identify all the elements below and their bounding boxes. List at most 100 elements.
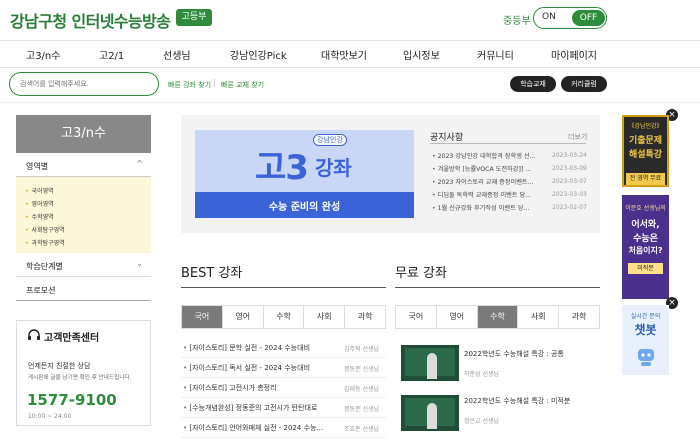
site-logo[interactable]: 강남구청 인터넷수능방송 — [10, 8, 171, 32]
best-lecture-item[interactable]: [자이스토리] 문학 실전 - 2024 수능대비 — [183, 343, 333, 353]
submenu-english[interactable]: 영어영역 — [25, 199, 54, 208]
quick-book-link[interactable]: 빠른 교재 찾기 — [221, 80, 264, 90]
ad-line: 챗봇 — [634, 323, 657, 337]
video-thumbnail[interactable] — [401, 395, 459, 431]
banner-top: 고3 강남인강 강좌 — [195, 130, 414, 192]
submenu-math[interactable]: 수학영역 — [25, 212, 54, 221]
nav-item-go2[interactable]: 고2/1 — [99, 47, 124, 62]
best-divider — [181, 287, 386, 288]
notice-divider — [430, 143, 586, 144]
ad-line: 미적분 — [628, 263, 663, 274]
nav-item-university[interactable]: 대학맛보기 — [321, 47, 367, 62]
notice-item[interactable]: 2023 강남인강 대학합격 장학생 선... — [432, 151, 542, 160]
tab-social[interactable]: 사회 — [304, 306, 346, 328]
banner-caption: 수능 준비의 완성 — [268, 202, 341, 213]
middle-school-label[interactable]: 중등부 — [503, 12, 531, 27]
best-lecture-teacher: 김주혁 선생님 — [344, 346, 380, 353]
submenu-korean[interactable]: 국어영역 — [25, 186, 54, 195]
subject-submenu: 국어영역 영어영역 수학영역 사회탐구영역 과학탐구영역 — [16, 177, 151, 253]
list-divider — [181, 417, 386, 418]
notice-item[interactable]: 디딤돌 독학력 교재증정 이벤트 당... — [432, 190, 542, 199]
ad-line: 실시간 문의 — [630, 313, 661, 320]
nav-item-pick[interactable]: 강남인강Pick — [230, 47, 287, 62]
level-toggle[interactable]: ON OFF — [533, 7, 607, 29]
headset-icon — [28, 329, 40, 340]
best-section-title: BEST 강좌 — [181, 266, 243, 281]
best-lecture-item[interactable]: [자이스토리] 독서 실전 - 2024 수능대비 — [183, 363, 333, 373]
ad-line: 처음이지? — [628, 246, 663, 255]
textbook-button[interactable]: 학습교재 — [510, 76, 556, 92]
sidebar-title: 고3/n수 — [16, 115, 151, 153]
sidebar-item-label: 프로모션 — [26, 286, 56, 295]
teacher-figure — [427, 353, 437, 379]
tab-korean[interactable]: 국어 — [396, 306, 437, 328]
teacher-figure — [427, 403, 437, 429]
customer-center-title: 고객만족센터 — [44, 333, 100, 344]
tab-math[interactable]: 수학 — [477, 306, 519, 328]
nav-item-mypage[interactable]: 마이페이지 — [551, 47, 597, 62]
ad-banner-math[interactable]: 이문호 선생님의 어서와, 수능은 처음이지? 미적분 — [622, 195, 669, 299]
ad-line: 이문호 선생님의 — [625, 205, 666, 212]
tab-korean[interactable]: 국어 — [182, 306, 223, 328]
sidebar-item-promotion[interactable]: 프로모션 — [16, 279, 151, 301]
ad-line: 어서와, — [631, 220, 660, 230]
curriculum-button[interactable]: 커리큘럼 — [561, 76, 607, 92]
main-banner[interactable]: 고3 강남인강 강좌 수능 준비의 완성 — [195, 130, 414, 218]
notice-title: 공지사항 — [430, 133, 464, 143]
submenu-social[interactable]: 사회탐구영역 — [25, 225, 65, 234]
ad-banner-past-exam[interactable]: 《강남인강》 기출문제 해설특강 전 영역 무료 — [622, 115, 669, 187]
main-nav: 고3/n수 고2/1 선생님 강남인강Pick 대학맛보기 입시정보 커뮤니티 … — [0, 41, 700, 67]
free-lecture-title[interactable]: 2022학년도 수능해설 특강 : 미적분 — [464, 396, 570, 406]
search-input[interactable] — [20, 77, 150, 91]
list-divider — [181, 397, 386, 398]
best-lecture-item[interactable]: [자이스토리] 고전시가 총정리 — [183, 383, 333, 393]
tab-english[interactable]: 영어 — [437, 306, 478, 328]
ad-line: 수능은 — [633, 234, 658, 244]
nav-divider-bottom — [0, 67, 700, 68]
free-tabs: 국어 영어 수학 사회 과학 — [395, 305, 600, 329]
submenu-science[interactable]: 과학탐구영역 — [25, 238, 65, 247]
ad-line: 《강남인강》 — [628, 123, 663, 130]
sidebar-item-subject[interactable]: 영역별 ^ — [16, 155, 151, 177]
free-lecture-teacher: 정은교 선생님 — [464, 418, 500, 425]
tab-science[interactable]: 과학 — [559, 306, 599, 328]
notice-item[interactable]: 겨울방학 [능률VOCA 도전하강]] ... — [432, 164, 542, 173]
sidebar-item-label: 학습단계별 — [26, 262, 63, 271]
nav-item-community[interactable]: 커뮤니티 — [477, 47, 514, 62]
notice-item[interactable]: 2023 자이스토리 교재 증정이벤트... — [432, 177, 542, 186]
video-thumbnail[interactable] — [401, 345, 459, 381]
tab-math[interactable]: 수학 — [264, 306, 305, 328]
nav-item-admission[interactable]: 입시정보 — [403, 47, 440, 62]
customer-center-subtitle: 언제든지 친절한 상담 — [28, 362, 91, 370]
toggle-on-label[interactable]: ON — [542, 12, 556, 22]
free-lecture-title[interactable]: 2022학년도 수능해설 특강 : 공통 — [464, 349, 564, 359]
tab-social[interactable]: 사회 — [518, 306, 560, 328]
ad-line: 전 영역 무료 — [626, 173, 665, 185]
toggle-off-label[interactable]: OFF — [572, 10, 605, 26]
notice-item[interactable]: 1월 신규강좌 후기작성 이벤트 당... — [432, 203, 542, 212]
quick-lecture-link[interactable]: 빠른 강좌 찾기 — [168, 80, 211, 90]
ad-line: 기출문제 — [628, 136, 663, 146]
best-lecture-teacher: 조효준 선생님 — [344, 426, 380, 433]
best-lecture-item[interactable]: [수능개념완성] 정동준의 고전시가 탄탄대로 — [183, 403, 333, 413]
notice-more-link[interactable]: 더보기 — [568, 132, 587, 142]
nav-item-teachers[interactable]: 선생님 — [163, 47, 191, 62]
chevron-down-icon: ⌄ — [136, 259, 143, 268]
best-lecture-item[interactable]: [자이스토리] 언어와매체 실전 - 2024 수능... — [183, 423, 333, 433]
best-lecture-teacher: 김태동 선생님 — [344, 386, 380, 393]
tab-english[interactable]: 영어 — [223, 306, 264, 328]
sidebar-item-level[interactable]: 학습단계별 ⌄ — [16, 255, 151, 277]
tab-science[interactable]: 과학 — [345, 306, 385, 328]
list-divider — [181, 357, 386, 358]
nav-item-go3[interactable]: 고3/n수 — [26, 47, 60, 62]
sidebar-item-label: 영역별 — [26, 162, 49, 171]
ad-line: 해설특강 — [628, 150, 663, 160]
banner-small-text: 강좌 — [315, 156, 352, 180]
notice-date: 2023-03-09 — [552, 165, 587, 172]
free-lecture-teacher: 하준성 선생님 — [464, 371, 500, 378]
ad-banner-chatbot[interactable]: 실시간 문의 챗봇 — [622, 305, 669, 375]
list-divider — [181, 377, 386, 378]
list-divider — [181, 437, 386, 438]
chevron-up-icon: ^ — [136, 159, 143, 168]
quick-separator: | — [213, 78, 216, 87]
